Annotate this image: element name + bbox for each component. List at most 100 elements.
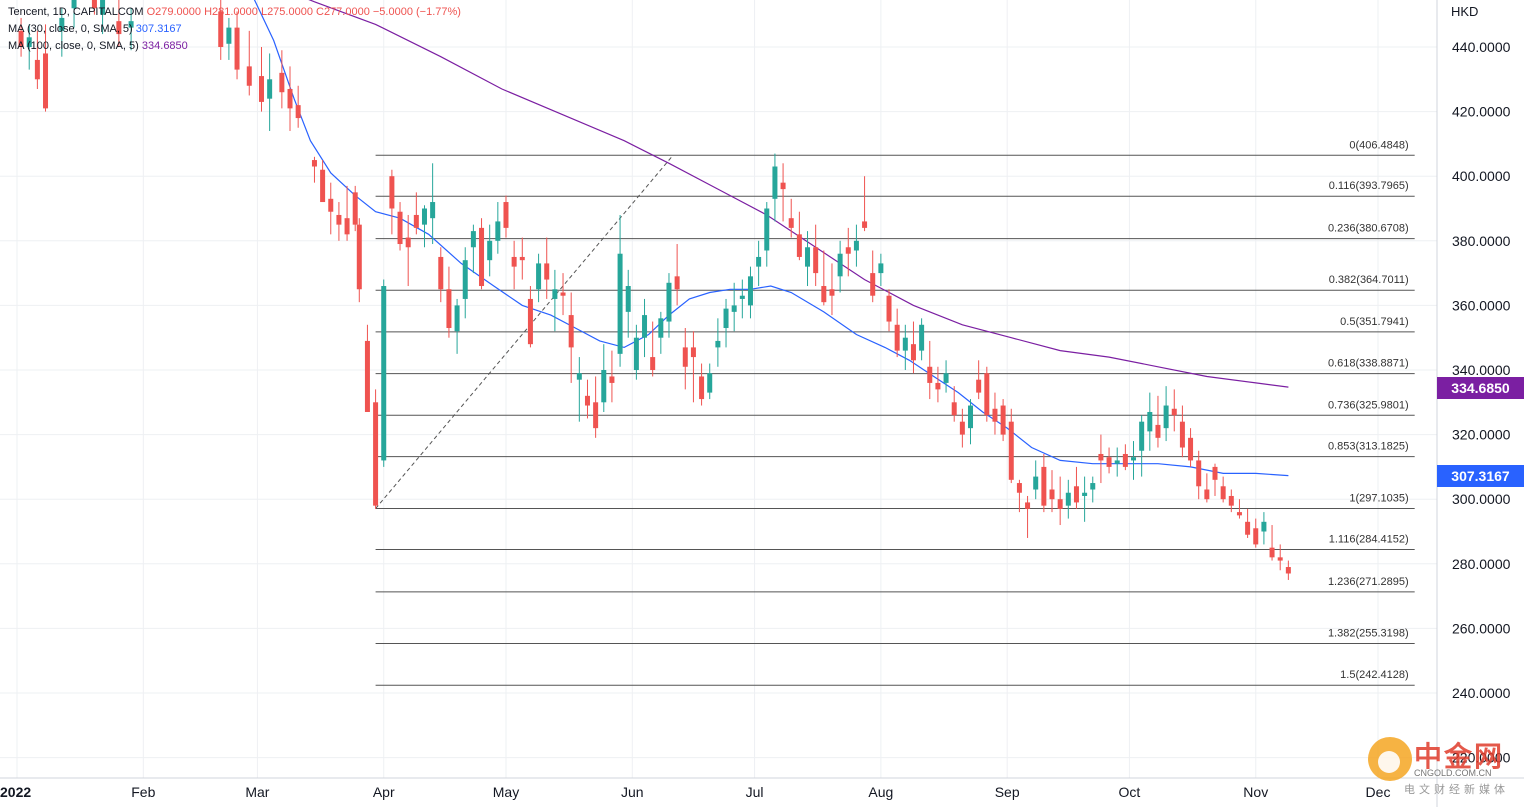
y-tick-label: 400.0000 xyxy=(1452,168,1511,184)
candle-body xyxy=(976,379,982,393)
y-tick-label: 360.0000 xyxy=(1452,297,1511,313)
candle-body xyxy=(479,227,485,287)
y-tick-label: 260.0000 xyxy=(1452,620,1511,636)
candle-body xyxy=(328,198,334,212)
legend-ma100[interactable]: MA (100, close, 0, SMA, 5) 334.6850 xyxy=(8,38,461,55)
candle-body xyxy=(821,286,827,303)
candle-body xyxy=(845,247,851,254)
candle-body xyxy=(430,202,436,219)
legend-symbol: Tencent, 1D, CAPITALCOM xyxy=(8,6,144,18)
candle-body xyxy=(495,221,501,241)
candle-body xyxy=(560,292,566,296)
legend-ma100-label: MA (100, close, 0, SMA, 5) xyxy=(8,40,139,52)
candle-body xyxy=(617,253,623,354)
fib-level-label: 1.116(284.4152) xyxy=(1329,534,1409,546)
candle-body xyxy=(715,340,721,348)
candle-body xyxy=(747,276,753,306)
candle-body xyxy=(1212,466,1218,480)
candle-body xyxy=(1220,486,1226,500)
legend-ma30[interactable]: MA (30, close, 0, SMA, 5) 307.3167 xyxy=(8,21,461,38)
candle-body xyxy=(1025,502,1031,509)
candle-body xyxy=(682,347,688,367)
candle-body xyxy=(1073,486,1079,503)
candle-body xyxy=(1065,492,1071,506)
x-tick-label: Feb xyxy=(131,784,155,800)
ma100-price-tag: 334.6850 xyxy=(1437,377,1524,399)
candle-body xyxy=(1196,460,1202,487)
x-tick-label: Mar xyxy=(245,784,269,800)
watermark-domain: CNGOLD.COM.CN xyxy=(1414,768,1492,778)
candle-body xyxy=(295,105,301,119)
candle-body xyxy=(421,208,427,225)
candle-body xyxy=(258,76,264,102)
fib-level-label: 1(297.1035) xyxy=(1349,493,1408,505)
y-tick-label: 440.0000 xyxy=(1452,39,1511,55)
candle-body xyxy=(287,88,293,109)
legend-ma100-value: 334.6850 xyxy=(141,40,188,52)
x-tick-label: Sep xyxy=(995,784,1020,800)
candle-body xyxy=(886,295,892,322)
candle-body xyxy=(1147,411,1153,432)
candle-body xyxy=(536,263,542,290)
candle-body xyxy=(1245,521,1251,535)
candle-body xyxy=(364,340,370,412)
candle-body xyxy=(951,402,957,416)
candle-body xyxy=(511,256,517,267)
y-tick-label: 240.0000 xyxy=(1452,685,1511,701)
candle-body xyxy=(1098,453,1104,461)
candle-body xyxy=(1163,405,1169,429)
candle-body xyxy=(438,256,444,290)
candle-body xyxy=(642,315,648,338)
x-tick-label: Oct xyxy=(1119,784,1141,800)
legend-main[interactable]: Tencent, 1D, CAPITALCOM O279.0000 H281.0… xyxy=(8,4,461,21)
candle-body xyxy=(919,324,925,351)
candle-body xyxy=(1228,495,1234,506)
candle-body xyxy=(1188,437,1194,461)
candle-body xyxy=(311,160,317,167)
candle-body xyxy=(609,376,615,383)
candle-body xyxy=(927,366,933,383)
candle-body xyxy=(373,402,379,506)
candle-body xyxy=(470,231,476,248)
candle-body xyxy=(756,256,762,267)
x-tick-label: Apr xyxy=(373,784,395,800)
candle-body xyxy=(805,247,811,267)
x-tick-label: May xyxy=(493,784,519,800)
candle-body xyxy=(1204,489,1210,500)
fib-level-label: 1.236(271.2895) xyxy=(1328,576,1409,588)
candle-body xyxy=(1000,405,1006,435)
candle-body xyxy=(788,218,794,228)
y-tick-label: 320.0000 xyxy=(1452,427,1511,443)
y-tick-label: 300.0000 xyxy=(1452,491,1511,507)
candle-body xyxy=(878,263,884,274)
candle-body xyxy=(356,224,362,290)
candle-body xyxy=(1277,557,1283,561)
candle-body xyxy=(658,318,664,338)
candle-body xyxy=(1049,489,1055,500)
candle-body xyxy=(352,192,358,225)
candle-body xyxy=(813,247,819,274)
x-tick-label: Jul xyxy=(746,784,764,800)
currency-label: HKD xyxy=(1451,4,1479,19)
candle-body xyxy=(1016,483,1022,493)
candle-body xyxy=(1114,460,1120,464)
candle-body xyxy=(853,240,859,251)
legend-ma30-value: 307.3167 xyxy=(135,23,182,35)
legend-ohlc: O279.0000 H281.0000 L275.0000 C277.0000 … xyxy=(146,6,461,18)
candle-body xyxy=(1122,453,1128,467)
candle-body xyxy=(902,337,908,351)
chart-background xyxy=(0,0,1524,807)
y-tick-label: 280.0000 xyxy=(1452,556,1511,572)
candle-body xyxy=(666,282,672,322)
candle-body xyxy=(389,176,395,209)
price-chart[interactable]: 0(406.4848) 0.116(393.7965) 0.236(380.6708… xyxy=(0,0,1524,807)
candle-body xyxy=(1285,567,1291,574)
x-tick-label: Aug xyxy=(868,784,893,800)
candle-body xyxy=(1269,547,1275,558)
candle-body xyxy=(593,402,599,429)
watermark-logo-icon xyxy=(1368,737,1412,781)
candle-body xyxy=(1155,424,1161,438)
fib-level-label: 0.618(338.8871) xyxy=(1328,358,1409,370)
candle-body xyxy=(246,66,252,86)
y-tick-label: 380.0000 xyxy=(1452,233,1511,249)
